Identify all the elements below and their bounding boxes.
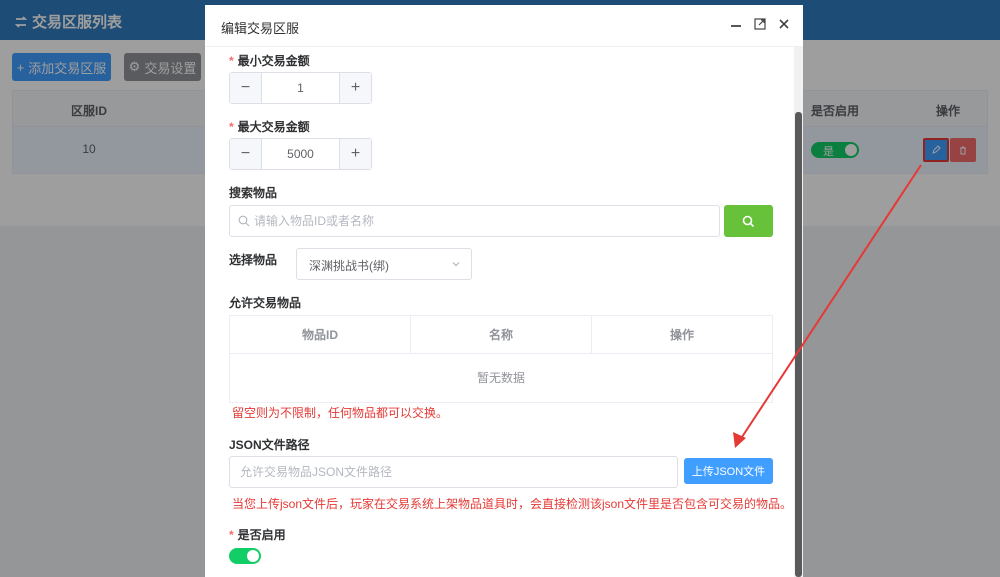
maximize-icon[interactable] — [753, 17, 767, 31]
minimize-icon[interactable] — [729, 17, 743, 31]
max-amount-decrement-button[interactable]: − — [230, 139, 262, 169]
column-item-id: 物品ID — [230, 316, 411, 354]
required-mark: * — [229, 120, 234, 134]
enabled-label-text: 是否启用 — [237, 528, 286, 542]
close-icon[interactable] — [777, 17, 791, 31]
item-select[interactable]: 深渊挑战书(绑) — [296, 248, 472, 280]
min-amount-stepper: − 1 + — [229, 72, 372, 104]
search-button[interactable] — [724, 205, 773, 237]
max-amount-increment-button[interactable]: + — [339, 139, 371, 169]
min-amount-increment-button[interactable]: + — [339, 73, 371, 103]
enabled-label: * 是否启用 — [229, 526, 286, 543]
json-path-hint: 当您上传json文件后，玩家在交易系统上架物品道具时，会直接检测该json文件里… — [232, 497, 793, 511]
switch-knob — [247, 550, 259, 562]
min-amount-value[interactable]: 1 — [262, 73, 339, 103]
upload-json-button[interactable]: 上传JSON文件 — [684, 458, 773, 484]
allowed-items-hint: 留空则为不限制，任何物品都可以交换。 — [232, 406, 449, 420]
search-icon — [238, 215, 250, 227]
search-icon — [742, 215, 755, 227]
dialog-header: 编辑交易区服 — [205, 5, 803, 47]
dialog-scrollbar[interactable] — [794, 47, 803, 577]
required-mark: * — [229, 54, 234, 68]
column-item-actions: 操作 — [592, 316, 772, 354]
json-path-label: JSON文件路径 — [229, 438, 310, 452]
search-input[interactable] — [254, 206, 714, 236]
select-item-label: 选择物品 — [229, 253, 278, 267]
min-amount-label: * 最小交易金额 — [229, 52, 310, 69]
empty-text: 暂无数据 — [476, 371, 525, 385]
search-item-label: 搜索物品 — [229, 186, 278, 200]
allowed-items-table: 物品ID 名称 操作 暂无数据 — [229, 315, 773, 403]
allowed-items-label: 允许交易物品 — [229, 296, 302, 310]
max-amount-label-text: 最大交易金额 — [237, 120, 310, 134]
max-amount-stepper: − 5000 + — [229, 138, 372, 170]
dialog-title: 编辑交易区服 — [221, 21, 300, 36]
required-mark: * — [229, 528, 234, 542]
max-amount-value[interactable]: 5000 — [262, 139, 339, 169]
column-item-name: 名称 — [411, 316, 592, 354]
json-path-input[interactable] — [240, 457, 670, 487]
enabled-switch[interactable] — [229, 548, 261, 564]
dialog-tools — [729, 17, 791, 31]
scrollbar-thumb[interactable] — [795, 112, 802, 577]
min-amount-decrement-button[interactable]: − — [230, 73, 262, 103]
max-amount-label: * 最大交易金额 — [229, 118, 310, 135]
edit-server-dialog: 编辑交易区服 * 最小交易金额 − 1 + * 最大交易金额 − 5000 + 搜索… — [205, 5, 803, 577]
min-amount-label-text: 最小交易金额 — [237, 54, 310, 68]
search-field — [229, 205, 720, 237]
json-path-field — [229, 456, 678, 488]
item-select-value: 深渊挑战书(绑) — [309, 259, 389, 273]
chevron-down-icon — [452, 262, 460, 267]
